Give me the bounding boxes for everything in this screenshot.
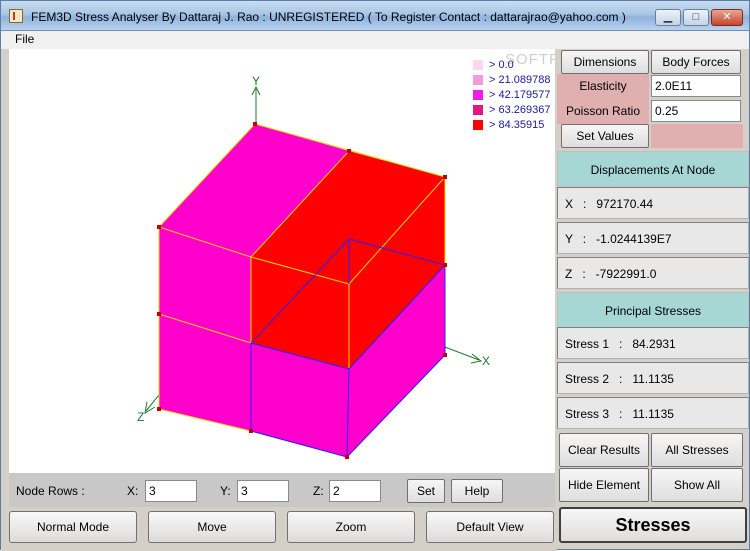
legend-label: > 42.179577 [489, 88, 551, 101]
legend-item: > 63.269367 [473, 102, 550, 117]
default-view-button[interactable]: Default View [426, 511, 554, 543]
show-all-button[interactable]: Show All [651, 468, 743, 502]
menu-file[interactable]: File [15, 32, 34, 46]
set-values-button[interactable]: Set Values [561, 124, 649, 148]
legend-swatch [473, 89, 483, 100]
menu-bar: File [1, 31, 749, 49]
elasticity-input[interactable]: 2.0E11 [651, 75, 741, 97]
displacements-header: Displacements At Node [557, 151, 749, 187]
move-button[interactable]: Move [148, 511, 276, 543]
displacement-z: Z : -7922991.0 [557, 257, 749, 289]
legend-label: > 21.089788 [489, 73, 551, 86]
normal-mode-button[interactable]: Normal Mode [9, 511, 137, 543]
displacement-y: Y : -1.0244139E7 [557, 222, 749, 254]
body-forces-button[interactable]: Body Forces [651, 50, 741, 74]
zoom-button[interactable]: Zoom [287, 511, 415, 543]
legend-item: > 84.35915 [473, 117, 550, 132]
close-button[interactable]: ✕ [711, 9, 743, 26]
legend-item: > 21.089788 [473, 72, 550, 87]
java-app-icon [9, 9, 23, 23]
legend-swatch [473, 119, 483, 130]
legend-label: > 84.35915 [489, 118, 545, 131]
node-rows-x-label: X: [127, 484, 139, 498]
poisson-ratio-input[interactable]: 0.25 [651, 100, 741, 122]
stress-3: Stress 3 : 11.1135 [557, 397, 749, 429]
set-node-rows-button[interactable]: Set [407, 479, 445, 503]
legend-swatch [473, 104, 483, 115]
z-axis-arrow [144, 401, 156, 414]
all-stresses-button[interactable]: All Stresses [651, 433, 743, 467]
maximize-button[interactable]: □ [683, 9, 709, 26]
legend-label: > 63.269367 [489, 103, 551, 116]
clear-results-button[interactable]: Clear Results [559, 433, 649, 467]
node-rows-y-label: Y: [220, 484, 231, 498]
legend-swatch [473, 74, 483, 85]
y-axis-label: Y [252, 74, 260, 88]
stress-legend: > 0.0 > 21.089788 > 42.179577 > 63.26936… [473, 57, 550, 132]
mode-buttons-bar: Normal Mode Move Zoom Default View [1, 507, 557, 551]
title-bar[interactable]: FEM3D Stress Analyser By Dattaraj J. Rao… [1, 1, 749, 31]
node-rows-z-label: Z: [313, 484, 324, 498]
stress-2: Stress 2 : 11.1135 [557, 362, 749, 394]
app-window: FEM3D Stress Analyser By Dattaraj J. Rao… [0, 0, 750, 551]
poisson-ratio-label: Poisson Ratio [557, 99, 649, 124]
node-rows-bar: Node Rows : X: 3 Y: 3 Z: 2 Set Help [9, 473, 555, 507]
legend-label: > 0.0 [489, 58, 514, 71]
dimensions-button[interactable]: Dimensions [561, 50, 649, 74]
legend-item: > 0.0 [473, 57, 550, 72]
elasticity-label: Elasticity [557, 74, 649, 99]
properties-panel: Dimensions Body Forces Elasticity 2.0E11… [557, 49, 749, 549]
z-axis-label: Z [137, 410, 144, 424]
node-rows-z-input[interactable]: 2 [329, 480, 381, 502]
node-rows-x-input[interactable]: 3 [145, 480, 197, 502]
hide-element-button[interactable]: Hide Element [559, 468, 649, 502]
set-values-pad [651, 124, 743, 148]
stress-1: Stress 1 : 84.2931 [557, 327, 749, 359]
help-button[interactable]: Help [451, 479, 503, 503]
minimize-button[interactable]: ▁ [655, 9, 681, 26]
principal-stresses-header: Principal Stresses [557, 292, 749, 328]
node-rows-label: Node Rows : [16, 484, 85, 498]
model-canvas[interactable]: Y X Z SOFTPEDIA > 0.0 > 21.089788 > 42.1… [9, 49, 555, 473]
window-title: FEM3D Stress Analyser By Dattaraj J. Rao… [31, 10, 626, 24]
legend-swatch [473, 59, 483, 70]
displacement-x: X : 972170.44 [557, 187, 749, 219]
legend-item: > 42.179577 [473, 87, 550, 102]
x-axis-label: X [482, 354, 490, 368]
node-rows-y-input[interactable]: 3 [237, 480, 289, 502]
stresses-button[interactable]: Stresses [559, 507, 747, 543]
